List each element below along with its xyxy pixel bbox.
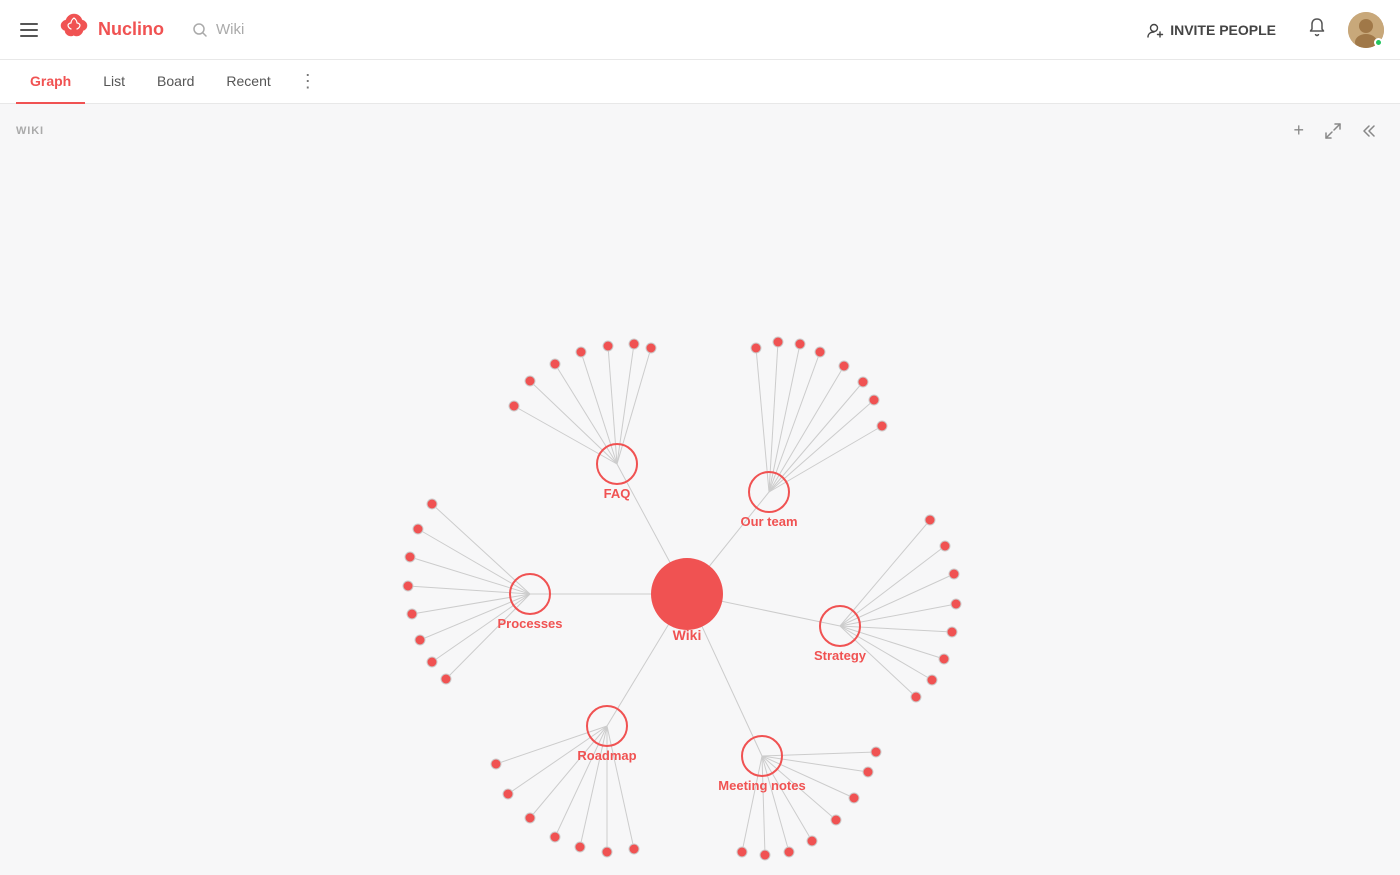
faq-label: FAQ: [604, 486, 631, 501]
tab-graph[interactable]: Graph: [16, 60, 85, 104]
hamburger-menu-button[interactable]: [16, 19, 42, 41]
logo-brain-icon: [58, 12, 90, 47]
strategy-label: Strategy: [814, 648, 867, 663]
wiki-center-node[interactable]: [651, 558, 723, 630]
logo-text: Nuclino: [98, 19, 164, 40]
tab-board[interactable]: Board: [143, 60, 208, 104]
processes-label: Processes: [497, 616, 562, 631]
tab-list[interactable]: List: [89, 60, 139, 104]
wiki-center-label: Wiki: [673, 627, 702, 643]
search-area[interactable]: Wiki: [180, 15, 256, 44]
more-options-icon[interactable]: ⋮: [293, 67, 323, 96]
person-add-icon: [1146, 21, 1164, 39]
app-header: Nuclino Wiki INVITE PEOPLE: [0, 0, 1400, 60]
online-status-dot: [1374, 38, 1383, 47]
invite-people-label: INVITE PEOPLE: [1170, 22, 1276, 38]
roadmap-label: Roadmap: [577, 748, 636, 763]
user-avatar[interactable]: [1348, 12, 1384, 48]
graph-view: WIKI +: [0, 104, 1400, 875]
ourteam-label: Our team: [740, 514, 797, 529]
logo-link[interactable]: Nuclino: [58, 12, 164, 47]
tab-recent[interactable]: Recent: [212, 60, 284, 104]
invite-people-button[interactable]: INVITE PEOPLE: [1136, 15, 1286, 45]
header-right: INVITE PEOPLE: [1136, 12, 1384, 48]
meetingnotes-label: Meeting notes: [718, 778, 805, 793]
knowledge-graph-svg[interactable]: Wiki FAQ Our team Processes Strategy Roa…: [0, 104, 1400, 875]
view-tabs: Graph List Board Recent ⋮: [0, 60, 1400, 104]
search-label: Wiki: [216, 21, 244, 38]
search-icon: [192, 22, 208, 38]
notifications-bell-icon[interactable]: [1306, 16, 1328, 44]
